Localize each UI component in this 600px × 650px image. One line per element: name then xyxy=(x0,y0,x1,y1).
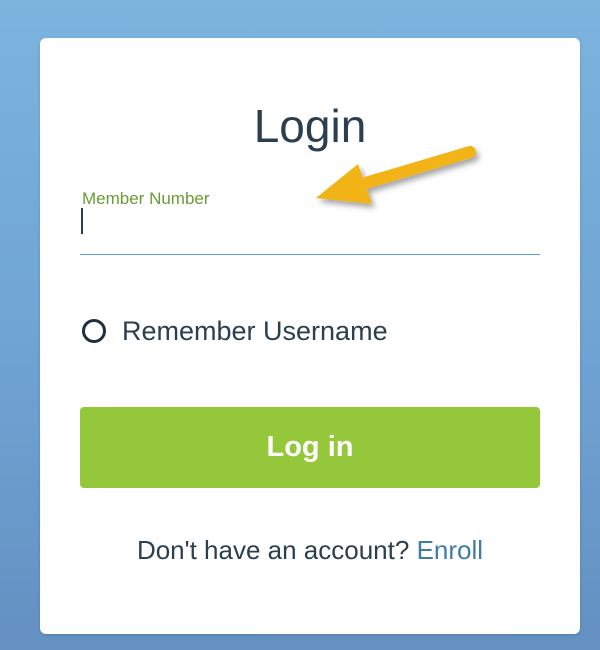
member-number-field[interactable]: Member Number xyxy=(80,186,540,255)
enroll-prompt-line: Don't have an account? Enroll xyxy=(40,535,580,566)
member-number-input[interactable] xyxy=(80,212,540,248)
page-title: Login xyxy=(253,100,367,152)
remember-username-option[interactable]: Remember Username xyxy=(80,315,388,347)
enroll-link[interactable]: Enroll xyxy=(417,535,483,565)
member-number-label: Member Number xyxy=(82,189,210,208)
login-button[interactable]: Log in xyxy=(80,407,540,488)
remember-username-label: Remember Username xyxy=(122,315,388,346)
enroll-prompt-text: Don't have an account? xyxy=(136,535,410,565)
remember-username-radio[interactable] xyxy=(82,319,106,343)
login-card: Login Member Number Remember Username Lo… xyxy=(40,38,580,634)
